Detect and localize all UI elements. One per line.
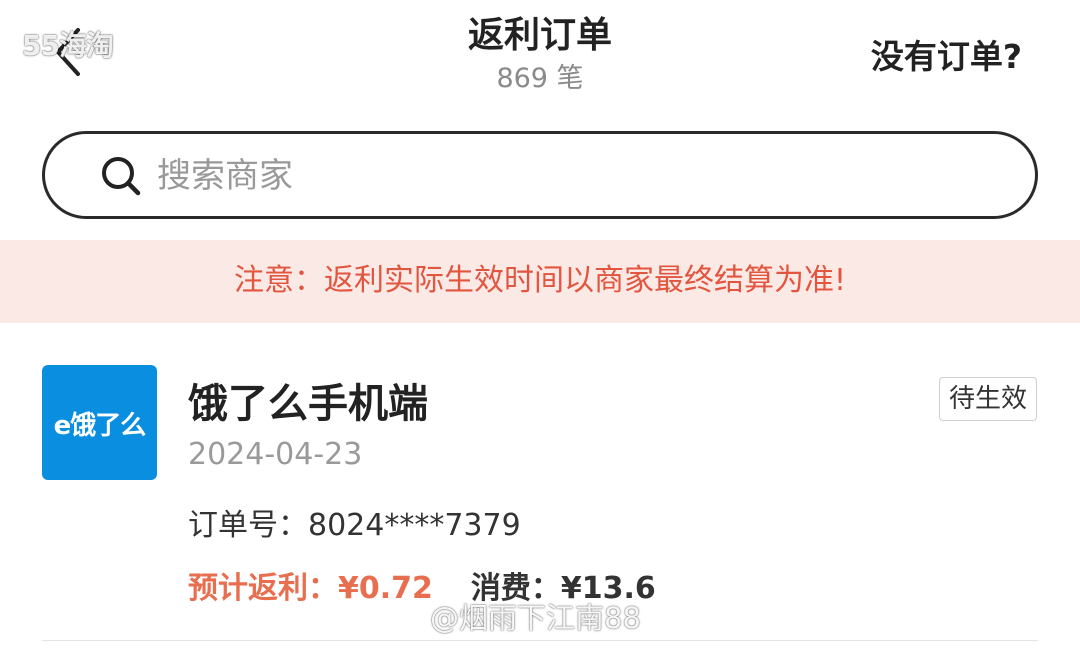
notice-text: 注意：返利实际生效时间以商家最终结算为准! [233, 263, 847, 298]
rebate-orders-page: 55海淘 返利订单 869 笔 没有订单? 搜索商家 注意：返利实际生效时间以商… [0, 0, 1080, 660]
order-date: 2024-04-23 [188, 437, 363, 472]
search-input[interactable]: 搜索商家 [42, 131, 1038, 219]
no-order-link[interactable]: 没有订单? [871, 30, 1022, 78]
rebate-value: ¥0.72 [338, 571, 433, 606]
merchant-logo-text: e饿了么 [53, 411, 147, 441]
order-number: 8024****7379 [308, 508, 521, 543]
search-icon [102, 157, 141, 196]
header-bar: 55海淘 返利订单 869 笔 没有订单? [0, 0, 1080, 110]
order-number-label: 订单号： [188, 508, 308, 543]
order-number-row: 订单号：8024****7379 [188, 500, 521, 544]
notice-banner: 注意：返利实际生效时间以商家最终结算为准! [0, 240, 1080, 323]
merchant-logo: e饿了么 [42, 365, 157, 480]
spend-label: 消费： [470, 571, 561, 606]
spend-value: ¥13.6 [560, 571, 656, 606]
order-list-item[interactable]: e饿了么 饿了么手机端 待生效 2024-04-23 订单号：8024****7… [0, 323, 1080, 660]
status-badge: 待生效 [939, 377, 1037, 421]
divider [42, 640, 1038, 641]
merchant-name: 饿了么手机端 [188, 381, 428, 427]
rebate-row: 预计返利：¥0.72 消费：¥13.6 [188, 563, 656, 607]
search-placeholder: 搜索商家 [157, 156, 293, 196]
rebate-label: 预计返利： [188, 571, 338, 606]
